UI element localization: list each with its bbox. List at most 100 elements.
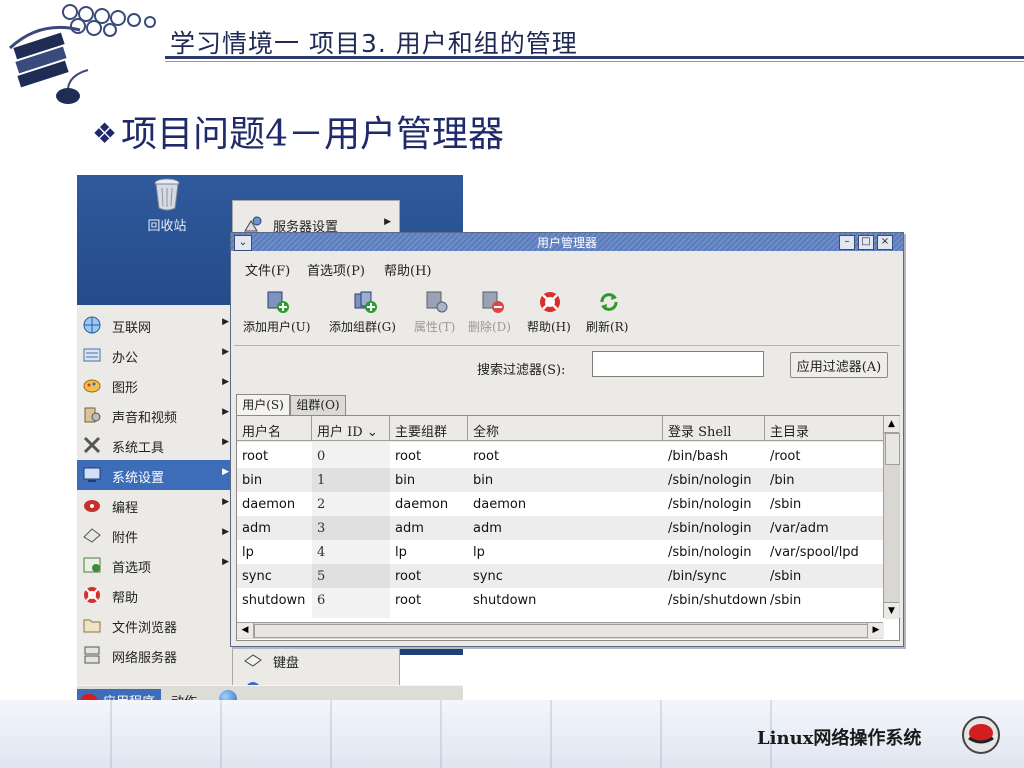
programming-icon: [84, 500, 100, 512]
table-cell: daemon: [242, 497, 296, 512]
start-menu-item-preferences[interactable]: 首选项 ▶: [77, 550, 232, 580]
footer-course-title: Linux网络操作系统: [757, 728, 922, 749]
user-manager-window: ⌄ 用户管理器 – □ × 文件(F) 首选项(P) 帮助(H) 添加用户(U)…: [230, 232, 904, 647]
table-cell: adm: [242, 521, 271, 536]
table-cell: sync: [473, 569, 503, 584]
scroll-left-arrow-icon[interactable]: ◀: [237, 623, 254, 638]
table-cell: /var/spool/lpd: [770, 545, 859, 560]
help-lifebuoy-icon: [540, 292, 560, 312]
start-menu-item-programming[interactable]: 编程 ▶: [77, 490, 232, 520]
table-cell: adm: [395, 521, 424, 536]
column-header-user-id[interactable]: 用户 ID ⌄: [312, 416, 390, 441]
submenu-item-keyboard[interactable]: 键盘: [233, 645, 399, 675]
table-cell: shutdown: [242, 593, 306, 608]
table-cell: /bin: [770, 473, 795, 488]
column-header-username[interactable]: 用户名: [237, 416, 312, 441]
header-rule-thin: [165, 61, 1024, 62]
table-cell: /sbin/nologin: [668, 473, 752, 488]
start-menu-item-help[interactable]: 帮助: [77, 580, 232, 610]
start-menu-item-file-browser[interactable]: 文件浏览器: [77, 610, 232, 640]
table-cell: lp: [473, 545, 485, 560]
help-button[interactable]: 帮助(H): [525, 287, 575, 343]
menu-preferences[interactable]: 首选项(P): [307, 260, 365, 279]
table-cell: daemon: [473, 497, 527, 512]
start-menu-item-sound-video[interactable]: 声音和视频 ▶: [77, 400, 232, 430]
table-cell: /sbin/nologin: [668, 497, 752, 512]
window-title: 用户管理器: [536, 236, 597, 250]
chevron-right-icon: ▶: [222, 437, 229, 447]
refresh-icon: [600, 293, 618, 311]
properties-button[interactable]: 属性(T): [414, 287, 460, 343]
toolbar-separator: [234, 345, 900, 346]
table-cell: root: [242, 449, 269, 464]
system-settings-icon: [83, 467, 101, 482]
table-cell: /bin/bash: [668, 449, 729, 464]
toolbar: 添加用户(U) 添加组群(G) 属性(T) 删除(D) 帮助(H) 刷新(R): [231, 287, 903, 343]
start-menu-item-system-settings[interactable]: 系统设置 ▶: [77, 460, 232, 490]
add-user-button[interactable]: 添加用户(U): [243, 287, 327, 343]
chevron-right-icon: ▶: [222, 377, 229, 387]
table-cell: root: [473, 449, 500, 464]
diamond-bullet-icon: ❖: [92, 117, 118, 150]
slide-heading: ❖ 项目问题4－用户管理器: [92, 105, 504, 157]
globe-icon: [83, 316, 101, 334]
scroll-up-arrow-icon[interactable]: ▲: [884, 416, 899, 433]
book-mouse-logo-icon: [8, 4, 156, 104]
menu-file[interactable]: 文件(F): [245, 260, 290, 279]
apply-filter-button[interactable]: 应用过滤器(A): [790, 352, 888, 378]
table-cell: /sbin: [770, 569, 802, 584]
delete-button[interactable]: 删除(D): [468, 287, 516, 343]
preferences-icon: [83, 557, 101, 573]
table-cell: /sbin/shutdown: [668, 593, 768, 608]
tab-users[interactable]: 用户(S): [236, 394, 290, 416]
chevron-right-icon: ▶: [222, 527, 229, 537]
vertical-scrollbar[interactable]: ▲ ▼: [883, 416, 900, 619]
slide-header-title: 学习情境一 项目3. 用户和组的管理: [170, 29, 578, 58]
table-cell: /root: [770, 449, 801, 464]
chevron-right-icon: ▶: [222, 467, 229, 477]
table-cell: bin: [473, 473, 494, 488]
table-header: 用户名 用户 ID ⌄ 主要组群 全称 登录 Shell 主目录: [237, 416, 883, 442]
table-cell: /bin/sync: [668, 569, 727, 584]
menu-help[interactable]: 帮助(H): [384, 260, 431, 279]
start-menu-item-office[interactable]: 办公 ▶: [77, 340, 232, 370]
add-group-button[interactable]: 添加组群(G): [329, 287, 413, 343]
table-cell: bin: [242, 473, 263, 488]
column-header-full-name[interactable]: 全称: [468, 416, 663, 441]
horizontal-scroll-thumb[interactable]: [254, 624, 868, 638]
users-table: 用户名 用户 ID ⌄ 主要组群 全称 登录 Shell 主目录 root 0 ro…: [236, 415, 900, 641]
table-cell: adm: [473, 521, 502, 536]
start-menu-item-internet[interactable]: 互联网 ▶: [77, 310, 232, 340]
minimize-button[interactable]: –: [839, 235, 855, 250]
close-button[interactable]: ×: [877, 235, 893, 250]
refresh-button[interactable]: 刷新(R): [584, 287, 634, 343]
sort-descending-icon: ⌄: [366, 425, 378, 440]
column-header-primary-group[interactable]: 主要组群: [390, 416, 468, 441]
tab-groups[interactable]: 组群(O): [290, 395, 346, 416]
column-header-home-dir[interactable]: 主目录: [765, 416, 883, 441]
chevron-right-icon: ▶: [222, 317, 229, 327]
search-filter-input[interactable]: [592, 351, 764, 377]
table-cell: root: [395, 449, 422, 464]
table-cell: /var/adm: [770, 521, 829, 536]
maximize-button[interactable]: □: [858, 235, 874, 250]
sound-video-icon: [84, 407, 101, 423]
start-menu-item-accessories[interactable]: 附件 ▶: [77, 520, 232, 550]
vertical-scroll-thumb[interactable]: [885, 433, 900, 465]
slide-header: 学习情境一 项目3. 用户和组的管理: [0, 0, 1024, 104]
scroll-down-arrow-icon[interactable]: ▼: [884, 602, 899, 619]
server-settings-icon: [244, 216, 262, 232]
menu-bar: 文件(F) 首选项(P) 帮助(H): [231, 255, 903, 279]
desktop-trash[interactable]: 回收站: [137, 175, 197, 234]
start-menu-item-system-tools[interactable]: 系统工具 ▶: [77, 430, 232, 460]
horizontal-scrollbar[interactable]: ◀ ▶: [237, 622, 884, 639]
scroll-right-arrow-icon[interactable]: ▶: [867, 623, 884, 638]
properties-icon: [426, 291, 448, 313]
start-menu-item-graphics[interactable]: 图形 ▶: [77, 370, 232, 400]
graphics-icon: [83, 379, 101, 393]
start-menu-item-network-server[interactable]: 网络服务器: [77, 640, 232, 670]
window-titlebar[interactable]: ⌄ 用户管理器 – □ ×: [231, 233, 903, 251]
column-header-login-shell[interactable]: 登录 Shell: [663, 416, 765, 441]
trash-label: 回收站: [147, 219, 187, 234]
chevron-right-icon: ▶: [222, 557, 229, 567]
